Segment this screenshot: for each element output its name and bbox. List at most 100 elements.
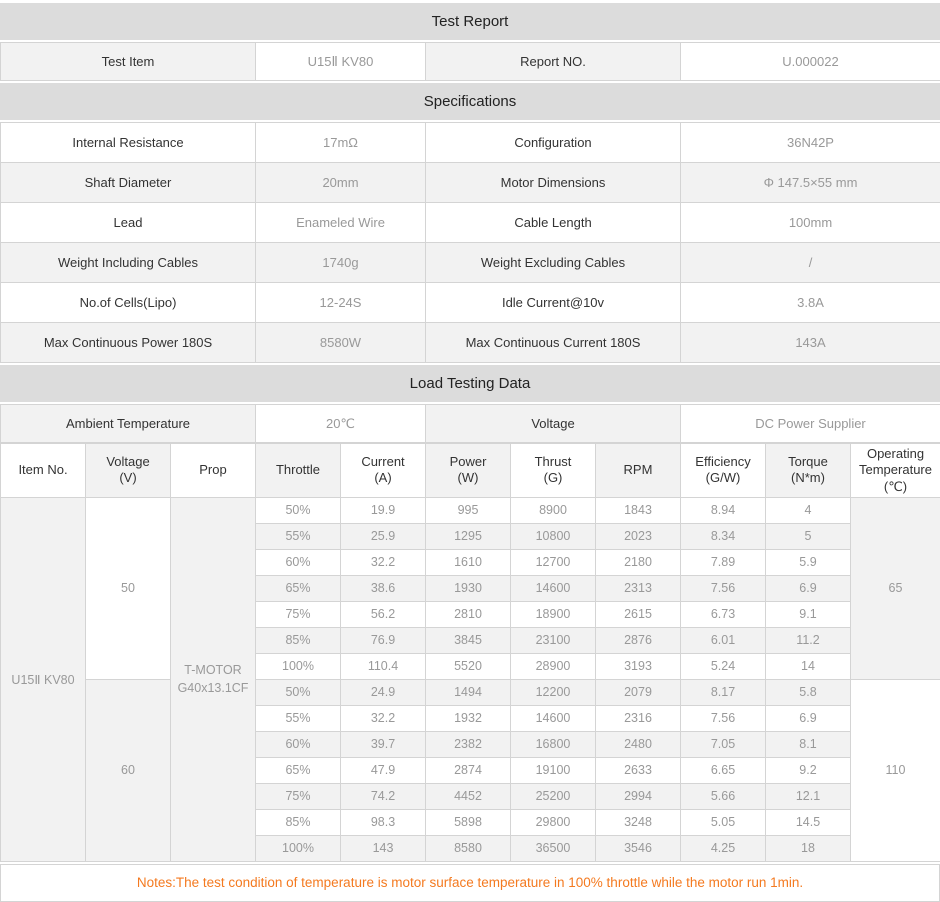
spec-label: Motor Dimensions [426,163,681,203]
throttle-cell: 50% [256,679,341,705]
torque-cell: 9.1 [766,601,851,627]
voltage-source-value: DC Power Supplier [681,405,940,443]
throttle-cell: 65% [256,757,341,783]
thrust-cell: 29800 [511,809,596,835]
report-title-bar: Test Report [0,3,940,40]
spec-row: Weight Including Cables1740gWeight Exclu… [1,243,940,283]
load-column-header: Current (A) [341,444,426,498]
current-cell: 32.2 [341,549,426,575]
test-report-page: Test Report Test Item U15Ⅱ KV80 Report N… [0,3,940,902]
rpm-cell: 2480 [596,731,681,757]
specifications-table: Internal Resistance17mΩConfiguration36N4… [0,122,940,363]
efficiency-cell: 7.56 [681,575,766,601]
report-info-row: Test Item U15Ⅱ KV80 Report NO. U.000022 [1,43,940,81]
operating-temperature-cell: 110 [851,679,940,861]
voltage-cell: 50 [86,497,171,679]
spec-table-body: Internal Resistance17mΩConfiguration36N4… [1,123,940,363]
test-conditions-table: Ambient Temperature 20℃ Voltage DC Power… [0,404,940,443]
spec-value: Φ 147.5×55 mm [681,163,940,203]
spec-label: Max Continuous Current 180S [426,323,681,363]
efficiency-cell: 4.25 [681,835,766,861]
power-cell: 5898 [426,809,511,835]
power-cell: 4452 [426,783,511,809]
spec-row: Max Continuous Power 180S8580WMax Contin… [1,323,940,363]
ambient-temperature-value: 20℃ [256,405,426,443]
spec-value: 143A [681,323,940,363]
current-cell: 47.9 [341,757,426,783]
thrust-cell: 19100 [511,757,596,783]
voltage-cell: 60 [86,679,171,861]
torque-cell: 5.9 [766,549,851,575]
power-cell: 8580 [426,835,511,861]
test-conditions-row: Ambient Temperature 20℃ Voltage DC Power… [1,405,940,443]
thrust-cell: 16800 [511,731,596,757]
thrust-cell: 25200 [511,783,596,809]
prop-cell: T-MOTOR G40x13.1CF [171,497,256,861]
spec-label: Lead [1,203,256,243]
load-column-header: Prop [171,444,256,498]
torque-cell: 14.5 [766,809,851,835]
report-title: Test Report [432,13,509,30]
spec-row: No.of Cells(Lipo)12-24SIdle Current@10v3… [1,283,940,323]
efficiency-cell: 8.94 [681,497,766,523]
thrust-cell: 12200 [511,679,596,705]
spec-value: 1740g [256,243,426,283]
throttle-cell: 60% [256,731,341,757]
throttle-cell: 75% [256,783,341,809]
spec-value: 12-24S [256,283,426,323]
rpm-cell: 2079 [596,679,681,705]
load-testing-title: Load Testing Data [410,375,531,392]
rpm-cell: 2615 [596,601,681,627]
torque-cell: 6.9 [766,575,851,601]
throttle-cell: 65% [256,575,341,601]
load-data-table: Item No.Voltage (V)PropThrottleCurrent (… [0,443,940,862]
load-column-header: Item No. [1,444,86,498]
efficiency-cell: 6.01 [681,627,766,653]
rpm-cell: 2316 [596,705,681,731]
throttle-cell: 55% [256,523,341,549]
spec-label: Max Continuous Power 180S [1,323,256,363]
power-cell: 2874 [426,757,511,783]
power-cell: 1932 [426,705,511,731]
specifications-title-bar: Specifications [0,83,940,120]
torque-cell: 8.1 [766,731,851,757]
thrust-cell: 10800 [511,523,596,549]
efficiency-cell: 5.24 [681,653,766,679]
current-cell: 32.2 [341,705,426,731]
torque-cell: 9.2 [766,757,851,783]
efficiency-cell: 6.65 [681,757,766,783]
report-info-table: Test Item U15Ⅱ KV80 Report NO. U.000022 [0,42,940,81]
spec-row: Shaft Diameter20mmMotor DimensionsΦ 147.… [1,163,940,203]
throttle-cell: 85% [256,627,341,653]
current-cell: 143 [341,835,426,861]
spec-label: Internal Resistance [1,123,256,163]
notes-box: Notes:The test condition of temperature … [0,864,940,902]
efficiency-cell: 7.05 [681,731,766,757]
load-column-header: Thrust (G) [511,444,596,498]
current-cell: 24.9 [341,679,426,705]
throttle-cell: 100% [256,653,341,679]
torque-cell: 11.2 [766,627,851,653]
power-cell: 995 [426,497,511,523]
spec-value: 20mm [256,163,426,203]
spec-value: / [681,243,940,283]
power-cell: 1610 [426,549,511,575]
rpm-cell: 2023 [596,523,681,549]
thrust-cell: 18900 [511,601,596,627]
rpm-cell: 2180 [596,549,681,575]
load-column-header: Throttle [256,444,341,498]
throttle-cell: 55% [256,705,341,731]
load-column-header: Power (W) [426,444,511,498]
power-cell: 2810 [426,601,511,627]
thrust-cell: 14600 [511,575,596,601]
torque-cell: 12.1 [766,783,851,809]
thrust-cell: 36500 [511,835,596,861]
voltage-source-label: Voltage [426,405,681,443]
efficiency-cell: 8.17 [681,679,766,705]
current-cell: 38.6 [341,575,426,601]
load-testing-title-bar: Load Testing Data [0,365,940,402]
rpm-cell: 3546 [596,835,681,861]
spec-label: Configuration [426,123,681,163]
item-no-cell: U15Ⅱ KV80 [1,497,86,861]
ambient-temperature-label: Ambient Temperature [1,405,256,443]
